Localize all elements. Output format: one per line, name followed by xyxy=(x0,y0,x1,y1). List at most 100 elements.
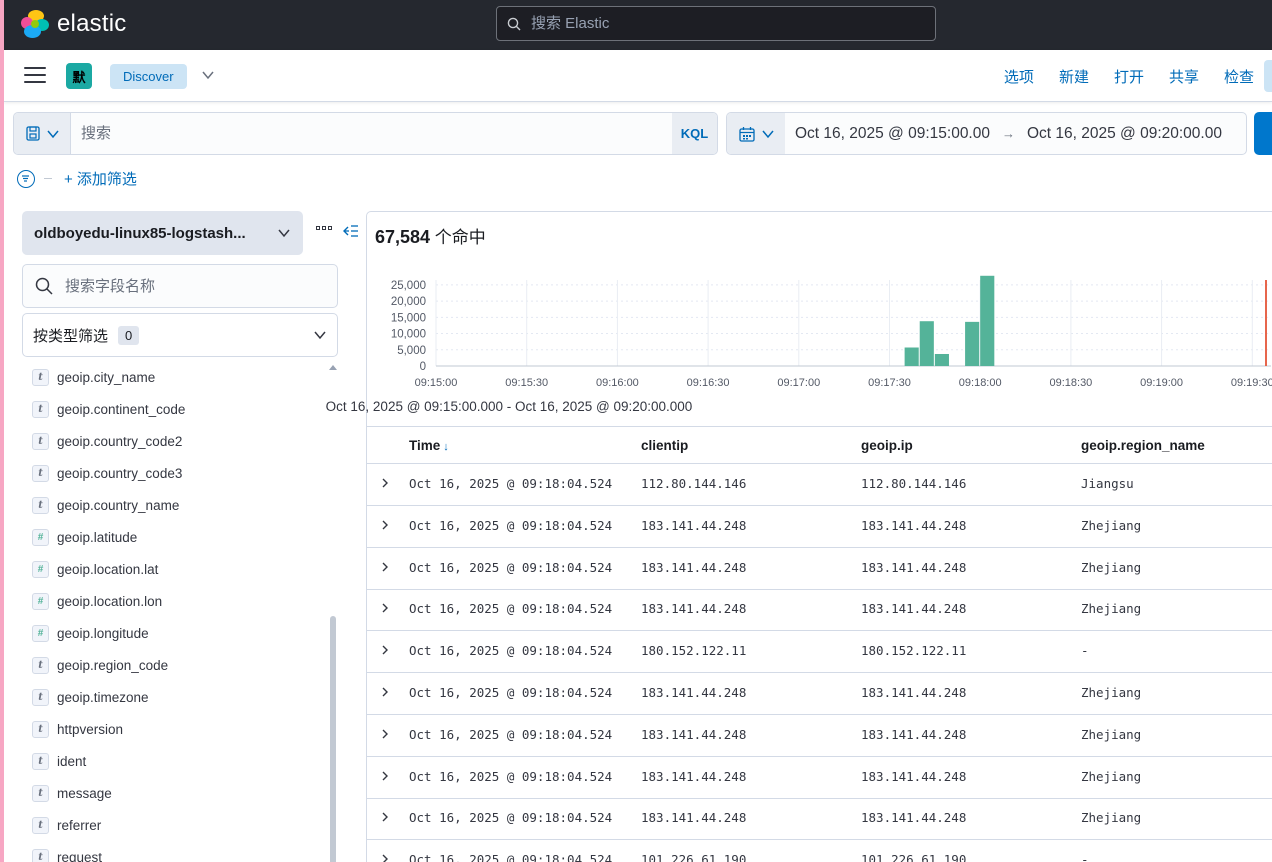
date-picker: Oct 16, 2025 @ 09:15:00.00 → Oct 16, 202… xyxy=(726,112,1247,155)
collapse-sidebar-icon[interactable] xyxy=(343,224,359,238)
refresh-button[interactable] xyxy=(1254,112,1272,155)
table-row[interactable]: Oct 16, 2025 @ 09:18:04.524 183.141.44.24… xyxy=(366,506,1272,548)
field-name: geoip.region_code xyxy=(57,657,169,673)
field-item[interactable]: t referrer xyxy=(32,813,101,837)
string-type-icon: t xyxy=(32,656,49,674)
open-link[interactable]: 打开 xyxy=(1114,66,1144,87)
field-item[interactable]: t ident xyxy=(32,749,86,773)
table-row[interactable]: Oct 16, 2025 @ 09:18:04.524 183.141.44.24… xyxy=(366,798,1272,841)
expand-row-icon[interactable] xyxy=(380,519,390,531)
table-cell: 183.141.44.248 xyxy=(641,601,747,617)
field-item[interactable]: # geoip.location.lat xyxy=(32,557,158,581)
table-row[interactable]: Oct 16, 2025 @ 09:18:04.524 183.141.44.24… xyxy=(366,589,1272,632)
table-row[interactable]: Oct 16, 2025 @ 09:18:04.524 183.141.44.24… xyxy=(366,715,1272,757)
breadcrumb-discover[interactable]: Discover xyxy=(110,64,187,89)
table-cell: 183.141.44.248 xyxy=(641,517,747,533)
table-row[interactable]: Oct 16, 2025 @ 09:18:04.524 183.141.44.24… xyxy=(366,757,1272,799)
saved-query-button[interactable] xyxy=(14,113,71,154)
field-item[interactable]: t geoip.country_code2 xyxy=(32,429,182,453)
field-item[interactable]: t geoip.country_code3 xyxy=(32,461,182,485)
table-cell: Zhejiang xyxy=(1081,726,1142,742)
table-row[interactable]: Oct 16, 2025 @ 09:18:04.524 183.141.44.24… xyxy=(366,548,1272,590)
kql-button[interactable]: KQL xyxy=(672,113,717,154)
column-header-geoip-region[interactable]: geoip.region_name xyxy=(1081,438,1205,453)
table-cell: Oct 16, 2025 @ 09:18:04.524 xyxy=(409,768,613,784)
global-search[interactable] xyxy=(496,6,936,41)
chevron-down-icon[interactable] xyxy=(201,68,215,82)
sidebar-scrollbar[interactable] xyxy=(330,616,336,862)
add-filter-button[interactable]: + 添加筛选 xyxy=(64,168,137,189)
space-avatar[interactable]: 默 xyxy=(66,63,92,89)
table-cell: 183.141.44.248 xyxy=(861,685,967,700)
field-item[interactable]: t geoip.timezone xyxy=(32,685,149,709)
query-input[interactable] xyxy=(71,113,672,154)
expand-row-icon[interactable] xyxy=(380,811,390,823)
type-filter-toggle[interactable]: 按类型筛选 0 xyxy=(22,313,338,357)
field-name: geoip.country_name xyxy=(57,497,180,513)
y-tick-label: 25,000 xyxy=(391,280,426,292)
table-row[interactable]: Oct 16, 2025 @ 09:18:04.524 183.141.44.24… xyxy=(366,673,1272,715)
field-name: ident xyxy=(57,753,87,769)
expand-row-icon[interactable] xyxy=(380,686,390,698)
string-type-icon: t xyxy=(32,432,49,450)
inspect-link[interactable]: 检查 xyxy=(1224,66,1254,87)
end-date[interactable]: Oct 16, 2025 @ 09:20:00.00 xyxy=(1027,125,1222,143)
table-cell: Oct 16, 2025 @ 09:18:04.524 xyxy=(409,601,613,617)
y-tick-label: 5,000 xyxy=(397,345,426,357)
expand-row-icon[interactable] xyxy=(380,644,390,656)
field-item[interactable]: # geoip.latitude xyxy=(32,525,137,549)
quick-date-button[interactable] xyxy=(727,113,785,154)
share-link[interactable]: 共享 xyxy=(1169,66,1199,87)
expand-row-icon[interactable] xyxy=(380,561,390,573)
table-row[interactable]: Oct 16, 2025 @ 09:18:04.524 101.226.61.19… xyxy=(366,840,1272,862)
expand-row-icon[interactable] xyxy=(380,602,390,614)
global-search-input[interactable] xyxy=(531,15,911,32)
filter-options-icon[interactable] xyxy=(17,169,35,188)
table-cell: 183.141.44.248 xyxy=(861,768,967,784)
field-item[interactable]: t geoip.city_name xyxy=(32,365,155,389)
column-header-clientip[interactable]: clientip xyxy=(641,438,688,453)
expand-row-icon[interactable] xyxy=(380,728,390,740)
field-search[interactable] xyxy=(22,264,338,308)
field-item[interactable]: t geoip.country_name xyxy=(32,493,179,517)
number-type-icon: # xyxy=(32,528,49,546)
more-options-icon[interactable] xyxy=(316,226,332,230)
table-row[interactable]: Oct 16, 2025 @ 09:18:04.524 112.80.144.14… xyxy=(366,464,1272,506)
field-item[interactable]: t request xyxy=(32,845,102,862)
table-cell: 180.152.122.11 xyxy=(861,643,967,659)
expand-row-icon[interactable] xyxy=(380,853,390,862)
field-item[interactable]: t geoip.region_code xyxy=(32,653,168,677)
histogram-chart[interactable]: 0 5,000 10,000 15,000 20,000 25,000 09:15:00 09… xyxy=(366,270,1272,420)
index-pattern-select[interactable]: oldboyedu-linux85-logstash... xyxy=(22,211,303,255)
field-item[interactable]: t httpversion xyxy=(32,717,123,741)
field-name: geoip.city_name xyxy=(57,369,156,385)
string-type-icon: t xyxy=(32,784,49,802)
string-type-icon: t xyxy=(32,368,49,386)
table-cell: 183.141.44.248 xyxy=(641,810,747,826)
hit-count: 67,584 个命中 xyxy=(375,223,486,248)
number-type-icon: # xyxy=(32,560,49,578)
y-tick-label: 10,000 xyxy=(391,329,426,341)
field-item[interactable]: # geoip.longitude xyxy=(32,621,149,645)
string-type-icon: t xyxy=(32,816,49,834)
field-item[interactable]: # geoip.location.lon xyxy=(32,589,162,613)
histogram-bar xyxy=(965,321,980,366)
field-search-input[interactable] xyxy=(65,277,315,295)
new-link[interactable]: 新建 xyxy=(1059,66,1089,87)
elastic-logo[interactable]: elastic xyxy=(21,10,126,38)
expand-row-icon[interactable] xyxy=(380,477,390,489)
column-header-geoip-ip[interactable]: geoip.ip xyxy=(861,438,913,453)
save-button[interactable] xyxy=(1264,60,1272,92)
hamburger-menu-icon[interactable] xyxy=(24,67,46,85)
scroll-up-icon[interactable] xyxy=(329,365,337,370)
column-header-time[interactable]: Time ↓ xyxy=(409,438,449,453)
table-cell: - xyxy=(1081,643,1089,659)
field-name: httpversion xyxy=(57,721,124,737)
table-cell: 183.141.44.248 xyxy=(861,726,967,742)
options-link[interactable]: 选项 xyxy=(1004,66,1034,87)
start-date[interactable]: Oct 16, 2025 @ 09:15:00.00 xyxy=(795,125,990,143)
table-row[interactable]: Oct 16, 2025 @ 09:18:04.524 180.152.122.1… xyxy=(366,631,1272,674)
expand-row-icon[interactable] xyxy=(380,770,390,782)
field-item[interactable]: t message xyxy=(32,781,112,805)
sort-down-icon[interactable]: ↓ xyxy=(443,441,449,453)
